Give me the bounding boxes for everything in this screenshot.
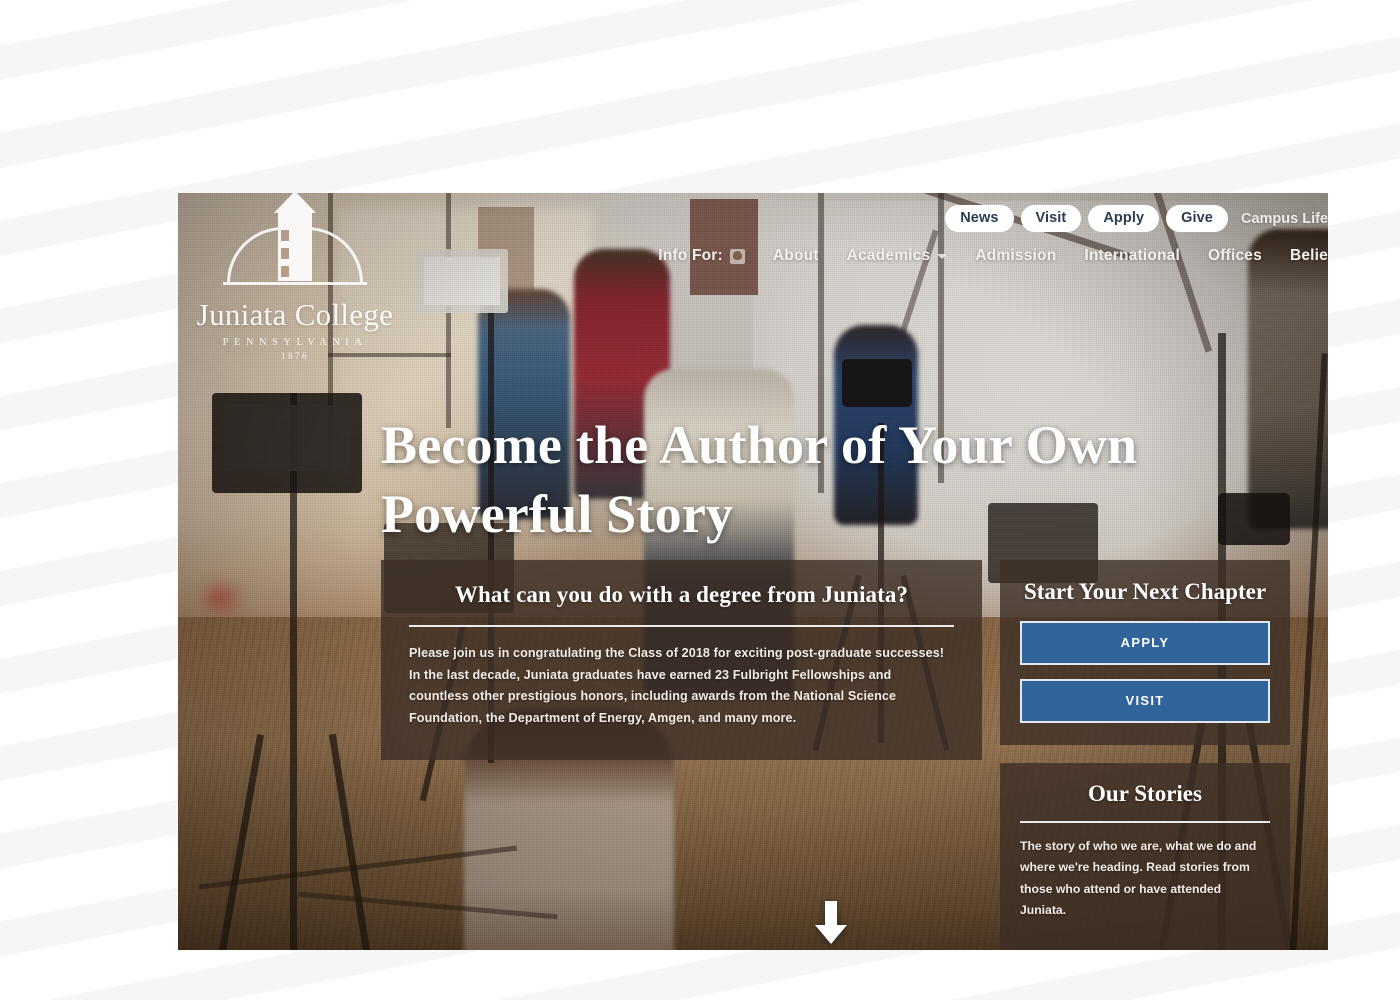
utility-nav-apply[interactable]: Apply [1088, 205, 1160, 232]
main-nav: Info For: About Academics Admission Inte… [658, 247, 1328, 265]
degree-panel-heading: What can you do with a degree from Junia… [454, 582, 909, 607]
juniata-dome-icon [215, 193, 375, 297]
hero-headline: Become the Author of Your Own Powerful S… [381, 415, 1138, 545]
divider [409, 625, 954, 627]
main-nav-admission[interactable]: Admission [975, 247, 1056, 265]
utility-nav-campus-life[interactable]: Campus Life [1235, 211, 1328, 227]
visit-button[interactable]: VISIT [1020, 678, 1270, 723]
degree-panel-body: Please join us in congratulating the Cla… [409, 646, 945, 725]
chapter-panel: Start Your Next Chapter APPLY VISIT [1000, 560, 1290, 745]
logo-name: Juniata College [196, 297, 394, 332]
utility-nav-visit[interactable]: Visit [1020, 205, 1082, 232]
user-icon [729, 248, 745, 264]
stories-panel: Our Stories The story of who we are, wha… [1000, 762, 1290, 950]
main-nav-offices[interactable]: Offices [1208, 247, 1262, 265]
apply-button[interactable]: APPLY [1020, 620, 1270, 665]
logo-year: 1876 [281, 351, 309, 361]
site-logo[interactable]: Juniata College PENNSYLVANIA 1876 [190, 193, 400, 361]
arrow-down-icon[interactable] [814, 901, 848, 945]
logo-state: PENNSYLVANIA [222, 337, 368, 348]
main-nav-international-label: International [1084, 247, 1180, 264]
hero-sidebar: Start Your Next Chapter APPLY VISIT Our … [1000, 560, 1290, 950]
main-nav-academics[interactable]: Academics [847, 247, 948, 265]
utility-nav-give[interactable]: Give [1166, 205, 1228, 232]
website-screenshot-frame: Juniata College PENNSYLVANIA 1876 News V… [178, 193, 1328, 950]
hero-panels: What can you do with a degree from Junia… [381, 560, 1301, 950]
main-nav-international[interactable]: International [1084, 247, 1180, 265]
chapter-panel-heading: Start Your Next Chapter [1023, 579, 1267, 604]
stories-panel-heading: Our Stories [1088, 780, 1202, 806]
degree-panel: What can you do with a degree from Junia… [381, 560, 982, 760]
main-nav-academics-label: Academics [846, 247, 931, 264]
utility-nav: News Visit Apply Give Campus Life [945, 205, 1328, 232]
main-nav-admission-label: Admission [975, 247, 1057, 264]
page-background: Juniata College PENNSYLVANIA 1876 News V… [0, 0, 1400, 1000]
main-nav-offices-label: Offices [1207, 247, 1262, 264]
stories-panel-body: The story of who we are, what we do and … [1020, 838, 1257, 917]
main-nav-belie-label: Belie [1289, 247, 1328, 264]
main-nav-about-label: About [772, 247, 819, 264]
main-nav-about[interactable]: About [773, 247, 819, 265]
info-for-label: Info For: [658, 247, 723, 264]
utility-nav-news[interactable]: News [945, 205, 1014, 232]
chevron-down-icon [937, 253, 948, 259]
main-nav-info-for[interactable]: Info For: [658, 247, 745, 265]
main-nav-belie[interactable]: Belie [1290, 247, 1328, 265]
divider [1020, 820, 1270, 823]
